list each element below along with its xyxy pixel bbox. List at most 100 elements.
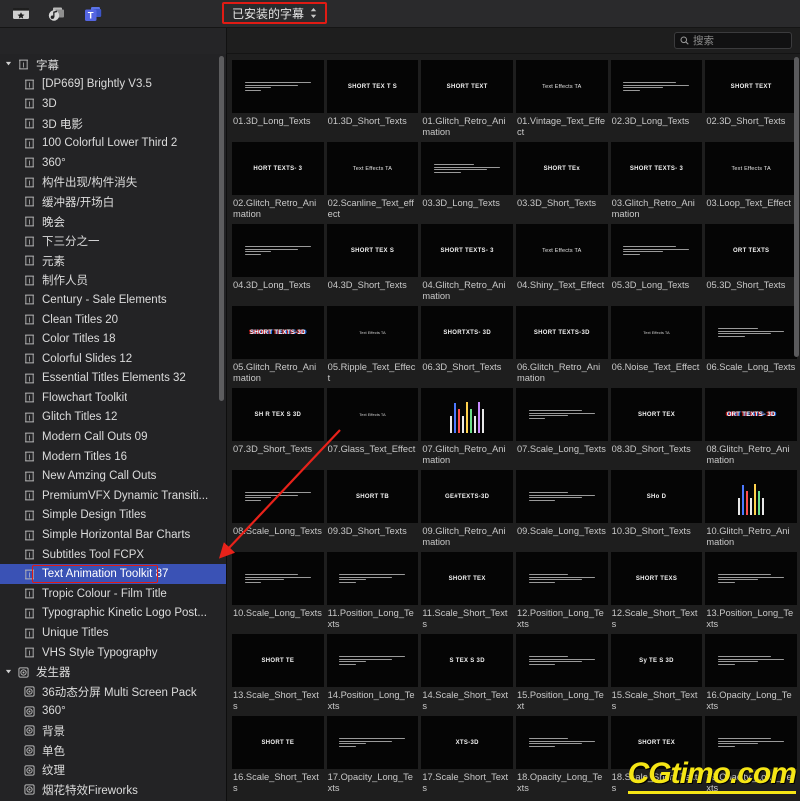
browser-item-thumbnail[interactable] (705, 552, 797, 605)
browser-item-thumbnail[interactable]: SHORT TEXT (421, 60, 513, 113)
sidebar-item-child-36[interactable]: 纹理 (0, 760, 226, 780)
disclosure-triangle-icon[interactable] (5, 60, 15, 69)
browser-item[interactable]: ORT TEXTS 05.3D_Short_Texts (705, 224, 797, 306)
browser-item[interactable]: SHORT TEx 03.3D_Short_Texts (515, 142, 608, 224)
sidebar-item-child-22[interactable]: I PremiumVFX Dynamic Transiti... (0, 486, 226, 506)
sidebar-item-child-15[interactable]: I Colorful Slides 12 (0, 349, 226, 369)
browser-item[interactable]: 03.3D_Long_Texts (421, 142, 513, 224)
audio-music-icon[interactable] (46, 4, 68, 24)
sidebar-item-child-27[interactable]: I Tropic Colour - Film Title (0, 584, 226, 604)
browser-item-thumbnail[interactable] (326, 634, 419, 687)
browser-item[interactable]: Text Effects TA 04.Shiny_Text_Effect (515, 224, 608, 306)
search-input[interactable]: 搜索 (674, 32, 792, 49)
browser-item[interactable]: SHORT TEX T S 01.3D_Short_Texts (326, 60, 419, 142)
browser-item[interactable]: 17.Opacity_Long_Texts (326, 716, 419, 798)
browser-item-thumbnail[interactable] (610, 60, 703, 113)
sidebar-item-child-18[interactable]: I Glitch Titles 12 (0, 408, 226, 428)
browser-item[interactable]: 11.Position_Long_Texts (326, 552, 419, 634)
browser-item-thumbnail[interactable] (515, 470, 608, 523)
browser-item-thumbnail[interactable]: SH R TEX S 3D (232, 388, 324, 441)
browser-item[interactable]: SHORT TE 13.Scale_Short_Texts (232, 634, 324, 716)
sidebar-item-child-25[interactable]: I Subtitles Tool FCPX (0, 545, 226, 565)
browser-item-thumbnail[interactable] (515, 634, 608, 687)
browser-item[interactable]: SHORT TEXT 01.Glitch_Retro_Animation (421, 60, 513, 142)
browser-item[interactable]: 06.Scale_Long_Texts (705, 306, 797, 388)
sidebar-item-child-17[interactable]: I Flowchart Toolkit (0, 388, 226, 408)
browser-item[interactable]: 12.Position_Long_Texts (515, 552, 608, 634)
sidebar-item-child-1[interactable]: I [DP669] Brightly V3.5 (0, 75, 226, 95)
sidebar-item-group-31[interactable]: 发生器 (0, 662, 226, 682)
browser-item-thumbnail[interactable] (232, 470, 324, 523)
disclosure-triangle-icon[interactable] (5, 668, 15, 677)
sidebar-item-child-4[interactable]: I 100 Colorful Lower Third 2 (0, 133, 226, 153)
browser-item-thumbnail[interactable]: SHo D (610, 470, 703, 523)
browser-item-thumbnail[interactable] (705, 470, 797, 523)
sidebar-item-child-30[interactable]: I VHS Style Typography (0, 643, 226, 663)
browser-item-thumbnail[interactable]: XTS-3D (421, 716, 513, 769)
browser-item-thumbnail[interactable] (705, 306, 797, 359)
browser-item[interactable]: 18.Opacity_Long_Texts (515, 716, 608, 798)
browser-item-thumbnail[interactable]: HORT TEXTS- 3 (232, 142, 324, 195)
sidebar-item-child-11[interactable]: I 制作人员 (0, 271, 226, 291)
sidebar-item-child-37[interactable]: 烟花特效Fireworks (0, 780, 226, 800)
sidebar-item-child-34[interactable]: 背景 (0, 721, 226, 741)
browser-scrollbar[interactable] (794, 57, 799, 357)
browser-item[interactable]: 10.Scale_Long_Texts (232, 552, 324, 634)
browser-item-thumbnail[interactable]: Text Effects TA (610, 306, 703, 359)
media-library-selector[interactable]: 已安装的字幕 (222, 2, 328, 24)
browser-item-thumbnail[interactable] (326, 716, 419, 769)
sidebar-item-child-14[interactable]: I Color Titles 18 (0, 329, 226, 349)
browser-item[interactable]: 02.3D_Long_Texts (610, 60, 703, 142)
browser-item-thumbnail[interactable]: GE#TEXTS-3D (421, 470, 513, 523)
browser-item[interactable]: HORT TEXTS- 3 02.Glitch_Retro_Animation (232, 142, 324, 224)
browser-item-thumbnail[interactable]: SHORT TEXTS- 3 (610, 142, 703, 195)
browser-item[interactable]: SHORT TEXTS- 3 03.Glitch_Retro_Animation (610, 142, 703, 224)
sidebar-item-child-23[interactable]: I Simple Design Titles (0, 506, 226, 526)
browser-item[interactable]: 09.Scale_Long_Texts (515, 470, 608, 552)
sidebar-item-child-10[interactable]: I 元素 (0, 251, 226, 271)
sidebar-item-child-32[interactable]: 36动态分屏 Multi Screen Pack (0, 682, 226, 702)
browser-item-thumbnail[interactable]: ORT TEXTS- 3D (705, 388, 797, 441)
browser-item[interactable]: SH R TEX S 3D 07.3D_Short_Texts (232, 388, 324, 470)
browser-item[interactable]: Text Effects TA 03.Loop_Text_Effect (705, 142, 797, 224)
browser-item-thumbnail[interactable]: SHORT TEXTS-3D (515, 306, 608, 359)
browser-item-thumbnail[interactable]: S TEX S 3D (421, 634, 513, 687)
sidebar-item-child-20[interactable]: I Modern Titles 16 (0, 447, 226, 467)
browser-item[interactable]: Text Effects TA 02.Scanline_Text_effect (326, 142, 419, 224)
sidebar-item-child-5[interactable]: I 360° (0, 153, 226, 173)
browser-item[interactable]: S TEX S 3D 14.Scale_Short_Texts (421, 634, 513, 716)
browser-item[interactable]: SHORT TEXTS-3D 05.Glitch_Retro_Animation (232, 306, 324, 388)
browser-item-thumbnail[interactable] (515, 552, 608, 605)
browser-item-thumbnail[interactable]: SHORT TEXS (610, 552, 703, 605)
browser-item[interactable]: GE#TEXTS-3D 09.Glitch_Retro_Animation (421, 470, 513, 552)
browser-item-thumbnail[interactable] (232, 224, 324, 277)
browser-item[interactable]: Text Effects TA 06.Noise_Text_Effect (610, 306, 703, 388)
browser-item[interactable]: 05.3D_Long_Texts (610, 224, 703, 306)
browser-item[interactable]: ORT TEXTS- 3D 08.Glitch_Retro_Animation (705, 388, 797, 470)
sidebar-item-child-35[interactable]: 单色 (0, 741, 226, 761)
browser-item[interactable]: SHORT TEXTS-3D 06.Glitch_Retro_Animation (515, 306, 608, 388)
browser-item[interactable]: SHo D 10.3D_Short_Texts (610, 470, 703, 552)
sidebar-item-child-3[interactable]: I 3D 电影 (0, 114, 226, 134)
browser-item-thumbnail[interactable]: SHORT TE (232, 634, 324, 687)
browser-item-thumbnail[interactable] (610, 224, 703, 277)
sidebar-item-child-33[interactable]: 360° (0, 702, 226, 722)
browser-item-thumbnail[interactable] (515, 716, 608, 769)
sidebar-item-child-29[interactable]: I Unique Titles (0, 623, 226, 643)
browser-item-thumbnail[interactable]: Text Effects TA (326, 142, 419, 195)
browser-item[interactable]: XTS-3D 17.Scale_Short_Texts (421, 716, 513, 798)
browser-item[interactable]: SHORT TEXS 12.Scale_Short_Texts (610, 552, 703, 634)
browser-item[interactable]: Text Effects TA 05.Ripple_Text_Effect (326, 306, 419, 388)
sidebar-item-child-21[interactable]: I New Amzing Call Outs (0, 466, 226, 486)
sidebar-item-child-6[interactable]: I 构件出现/构件消失 (0, 173, 226, 193)
browser-item[interactable]: SHORT TEX 08.3D_Short_Texts (610, 388, 703, 470)
browser-item[interactable]: 01.3D_Long_Texts (232, 60, 324, 142)
browser-item[interactable]: 07.Scale_Long_Texts (515, 388, 608, 470)
photos-video-icon[interactable] (10, 4, 32, 24)
browser-item-thumbnail[interactable]: Text Effects TA (705, 142, 797, 195)
sidebar-item-group-0[interactable]: I 字幕 (0, 55, 226, 75)
browser-item[interactable]: SHORTXTS- 3D 06.3D_Short_Texts (421, 306, 513, 388)
sidebar-item-child-9[interactable]: I 下三分之一 (0, 231, 226, 251)
browser-item[interactable]: 15.Position_Long_Text (515, 634, 608, 716)
browser-item[interactable]: 14.Position_Long_Texts (326, 634, 419, 716)
